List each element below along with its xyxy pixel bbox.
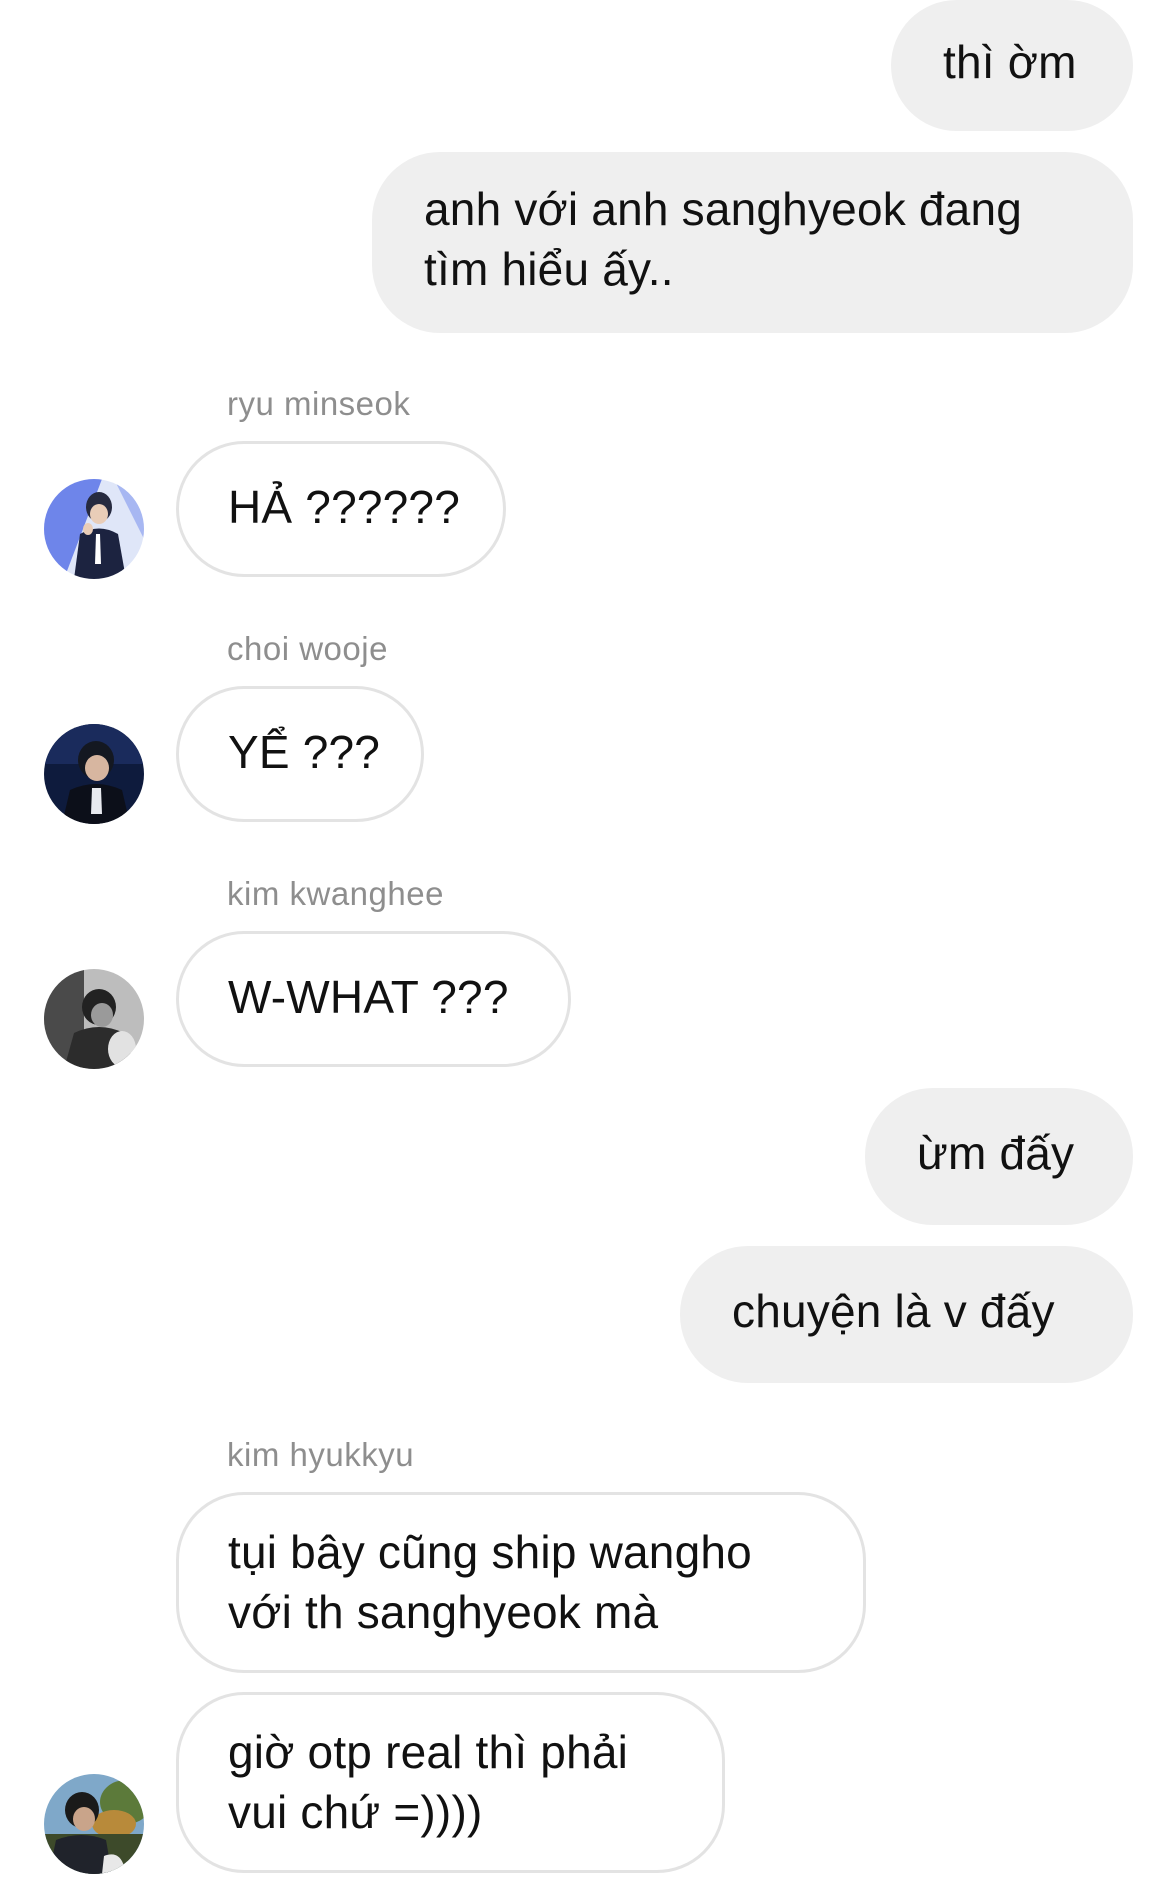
message-bubble-incoming[interactable]: YỂ ???: [176, 686, 424, 822]
message-text: ừm đấy: [917, 1127, 1075, 1179]
avatar-photo: [44, 969, 144, 1069]
avatar-photo: [44, 479, 144, 579]
sender-name: kim kwanghee: [227, 875, 444, 912]
avatar[interactable]: [44, 724, 144, 824]
avatar-photo: [44, 1774, 144, 1874]
avatar-photo: [44, 724, 144, 824]
message-bubble-incoming[interactable]: W-WHAT ???: [176, 931, 571, 1067]
message-bubble-incoming[interactable]: giờ otp real thì phải vui chứ =)))): [176, 1692, 725, 1873]
message-bubble-outgoing[interactable]: thì ờm: [891, 0, 1133, 131]
message-text: W-WHAT ???: [228, 971, 509, 1023]
message-bubble-incoming[interactable]: tụi bây cũng ship wangho với th sanghyeo…: [176, 1492, 866, 1673]
message-text: với th sanghyeok mà: [228, 1586, 659, 1638]
message-bubble-outgoing[interactable]: chuyện là v đấy: [680, 1246, 1133, 1383]
sender-name: choi wooje: [227, 630, 388, 667]
avatar[interactable]: [44, 1774, 144, 1874]
message-text: chuyện là v đấy: [732, 1285, 1055, 1337]
message-text: anh với anh sanghyeok đang: [424, 183, 1023, 235]
sender-name: ryu minseok: [227, 385, 411, 422]
message-text: YỂ ???: [228, 726, 381, 778]
message-text: vui chứ =)))): [228, 1786, 483, 1838]
message-text: thì ờm: [943, 36, 1077, 88]
message-text: tụi bây cũng ship wangho: [228, 1526, 752, 1578]
avatar[interactable]: [44, 479, 144, 579]
message-bubble-outgoing[interactable]: ừm đấy: [865, 1088, 1133, 1225]
sender-name: kim hyukkyu: [227, 1436, 415, 1473]
avatar[interactable]: [44, 969, 144, 1069]
message-text: HẢ ??????: [228, 481, 460, 533]
message-bubble-incoming[interactable]: HẢ ??????: [176, 441, 506, 577]
message-bubble-outgoing[interactable]: anh với anh sanghyeok đang tìm hiểu ấy..: [372, 152, 1133, 333]
message-text: giờ otp real thì phải: [228, 1726, 629, 1778]
message-text: tìm hiểu ấy..: [424, 243, 674, 295]
